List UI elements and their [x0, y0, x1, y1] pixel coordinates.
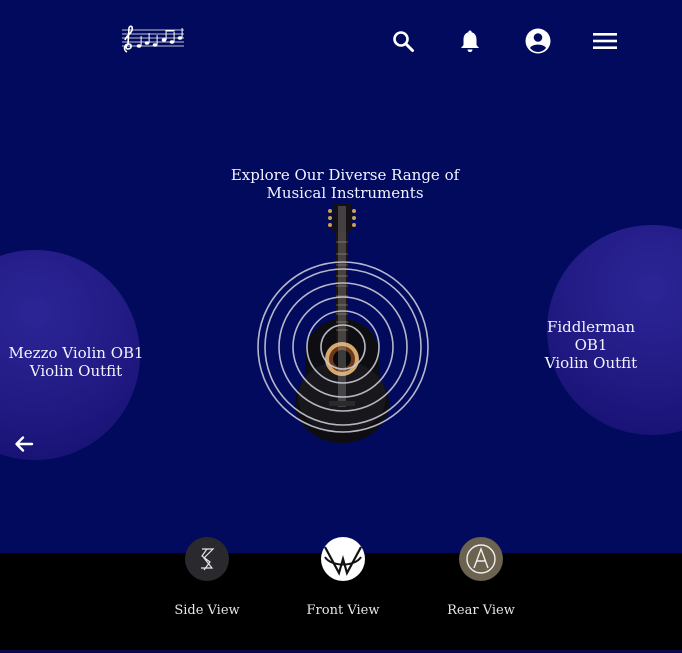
music-notes-logo[interactable] [120, 22, 186, 56]
view-selector: Side View Front View Rear View [0, 537, 682, 650]
card-left-line-2: Violin Outfit [29, 362, 123, 380]
rear-view-label: Rear View [447, 603, 515, 618]
card-label-left: Mezzo Violin OB1 Violin Outfit [0, 344, 152, 380]
front-view-button[interactable]: Front View [288, 537, 398, 618]
guitar-image[interactable] [255, 202, 435, 447]
card-right-line-3: Violin Outfit [544, 354, 638, 372]
search-icon[interactable] [388, 26, 418, 56]
bell-icon[interactable] [455, 26, 485, 56]
front-view-icon [321, 537, 365, 581]
card-right-line-1: Fiddlerman [546, 318, 636, 336]
front-view-label: Front View [306, 603, 380, 618]
card-left-line-1: Mezzo Violin OB1 [8, 344, 144, 362]
card-label-right: Fiddlerman OB1 Violin Outfit [536, 318, 646, 372]
account-icon[interactable] [523, 26, 553, 56]
side-view-icon [185, 537, 229, 581]
page-title: Explore Our Diverse Range of Musical Ins… [200, 166, 490, 202]
card-right-line-2: OB1 [574, 336, 608, 354]
arrow-left-icon[interactable] [12, 432, 36, 456]
side-view-button[interactable]: Side View [152, 537, 262, 618]
side-view-label: Side View [174, 603, 240, 618]
main-section: Explore Our Diverse Range of Musical Ins… [0, 0, 682, 553]
menu-icon[interactable] [590, 26, 620, 56]
rear-view-icon [459, 537, 503, 581]
rear-view-button[interactable]: Rear View [426, 537, 536, 618]
title-line-1: Explore Our Diverse Range of [230, 166, 460, 184]
title-line-2: Musical Instruments [266, 184, 424, 202]
